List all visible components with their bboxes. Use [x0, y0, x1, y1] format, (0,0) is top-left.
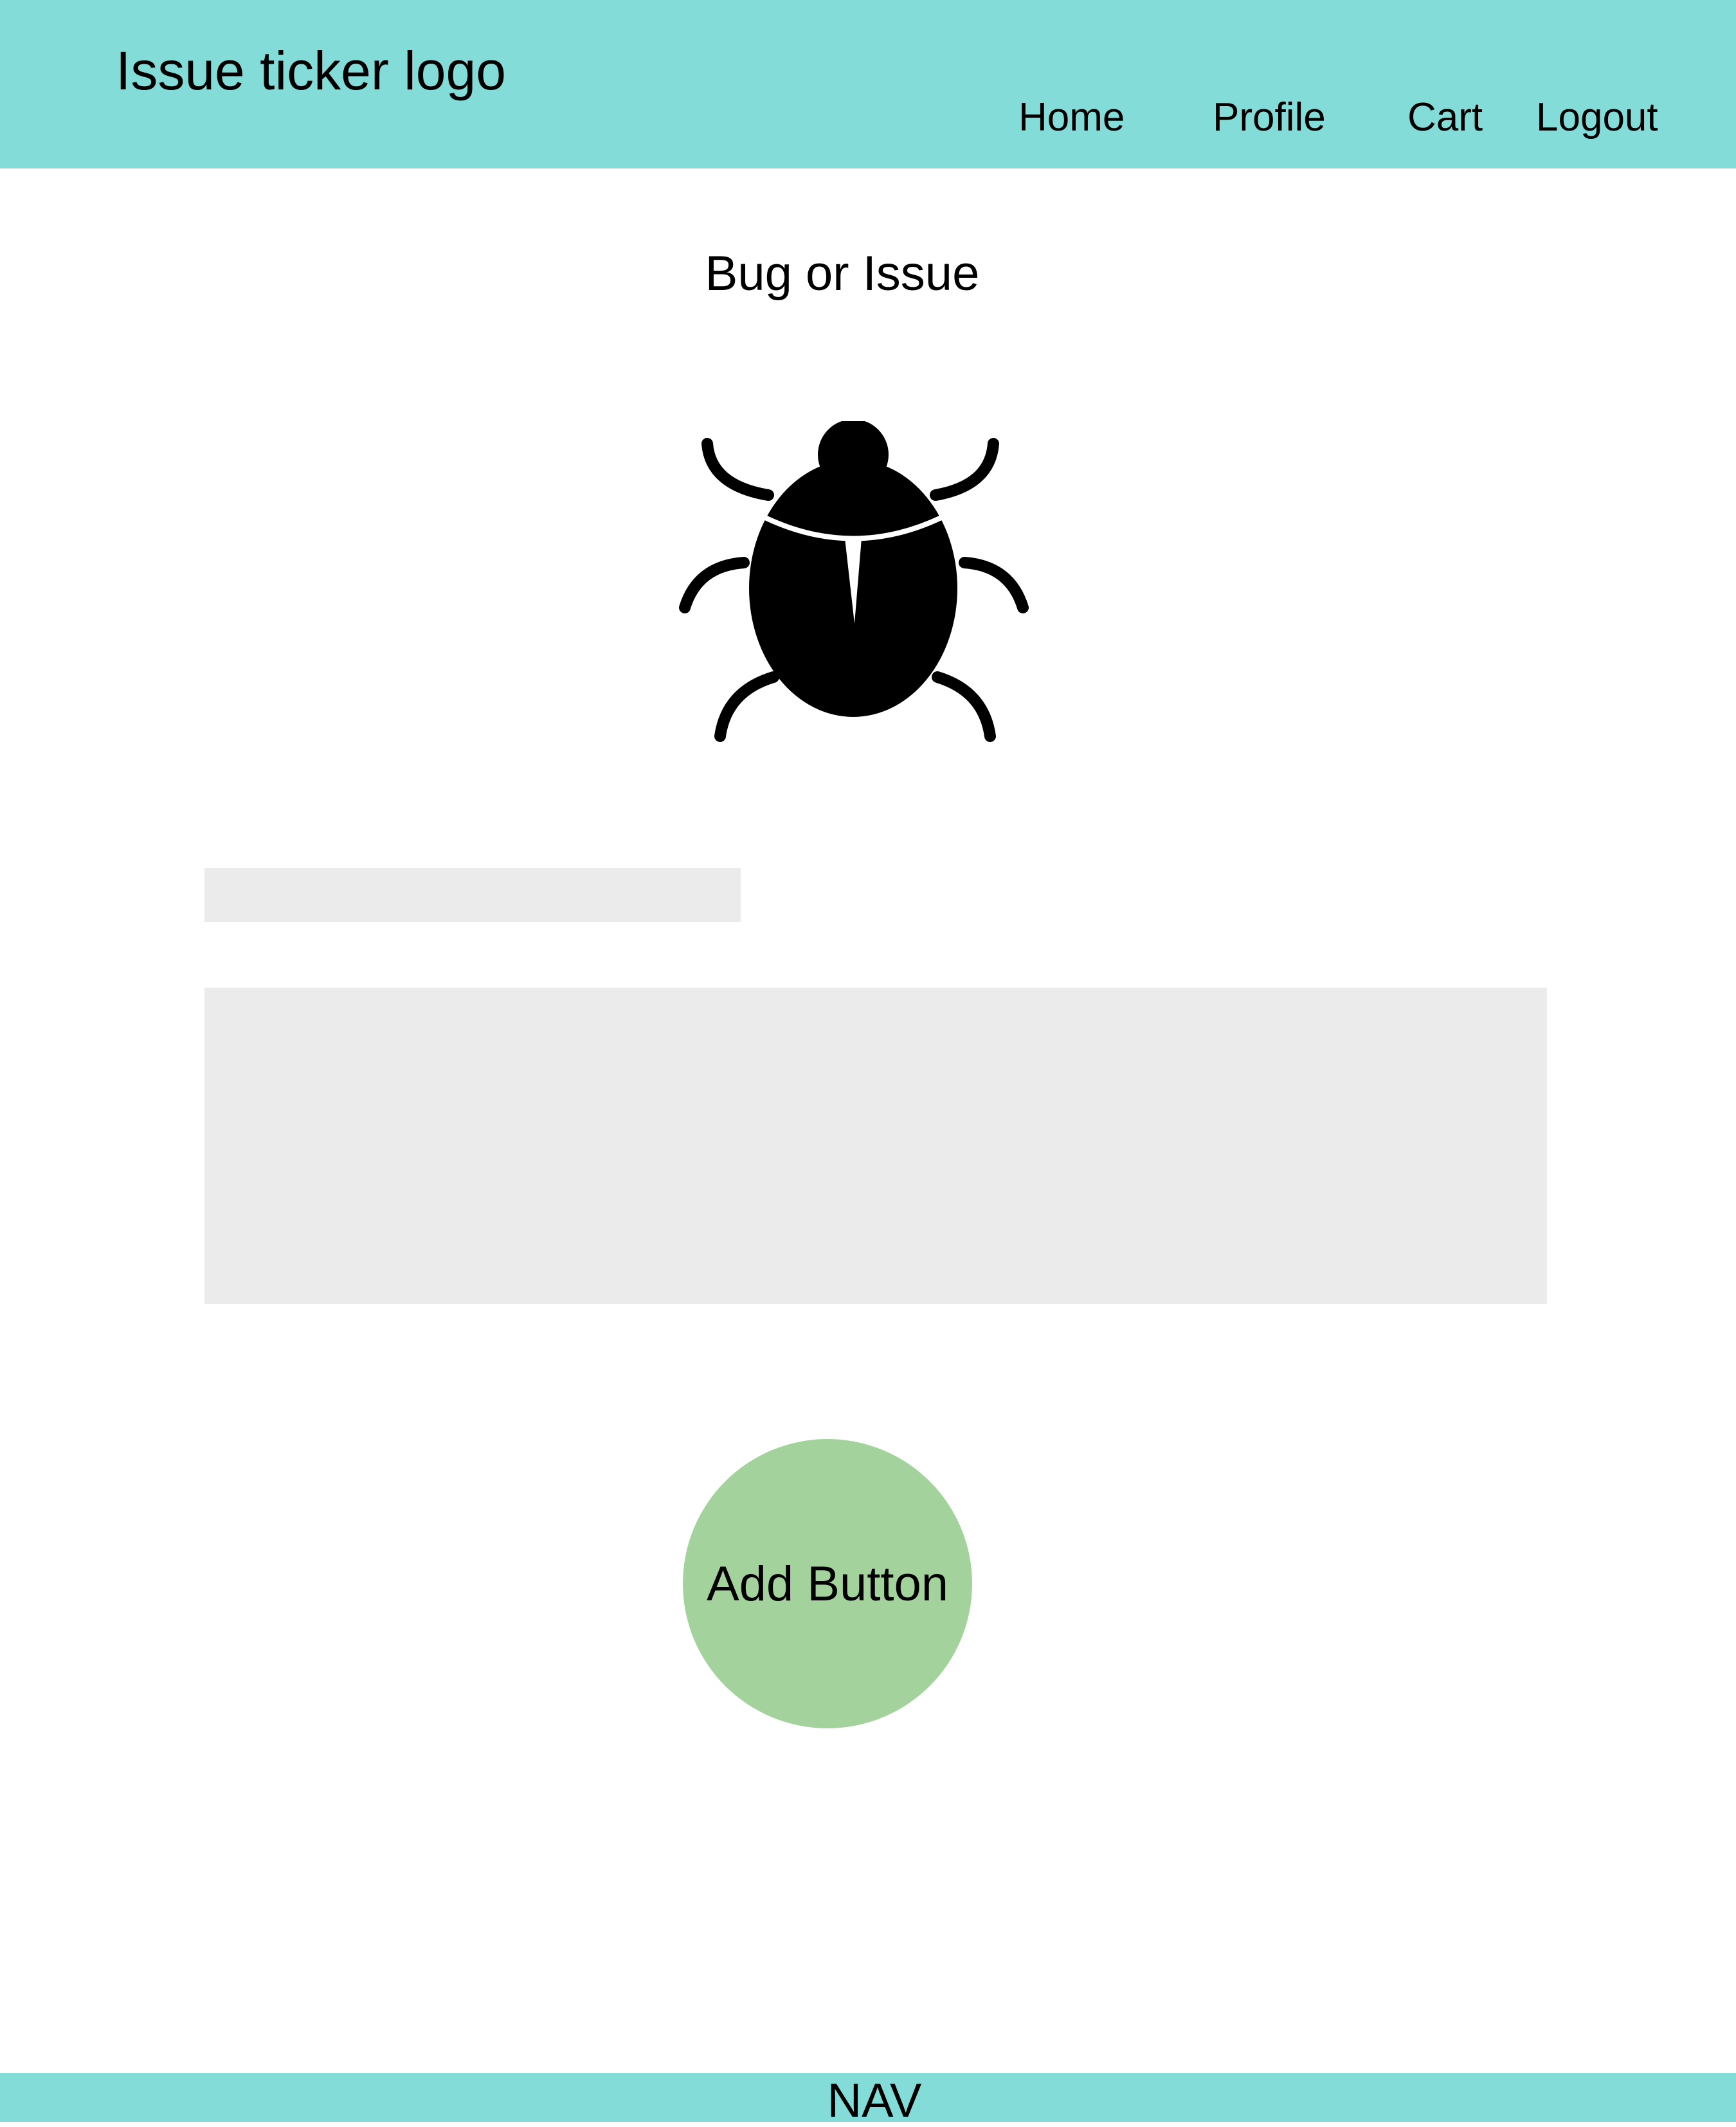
- add-button[interactable]: Add Button: [683, 1439, 972, 1728]
- nav-cart-link[interactable]: Cart: [1407, 98, 1483, 138]
- page-title: Bug or Issue: [705, 246, 980, 301]
- footer-nav-label[interactable]: NAV: [0, 2077, 1736, 2124]
- issue-ticker-logo[interactable]: Issue ticker logo: [116, 44, 506, 98]
- issue-description-input[interactable]: [204, 988, 1547, 1304]
- nav-profile-link[interactable]: Profile: [1213, 98, 1326, 138]
- nav-logout-link[interactable]: Logout: [1536, 98, 1658, 138]
- bug-icon: [679, 421, 1029, 742]
- header-bar: Issue ticker logo Home Profile Cart Logo…: [0, 0, 1736, 168]
- nav-home-link[interactable]: Home: [1018, 98, 1125, 138]
- issue-title-input[interactable]: [204, 868, 741, 922]
